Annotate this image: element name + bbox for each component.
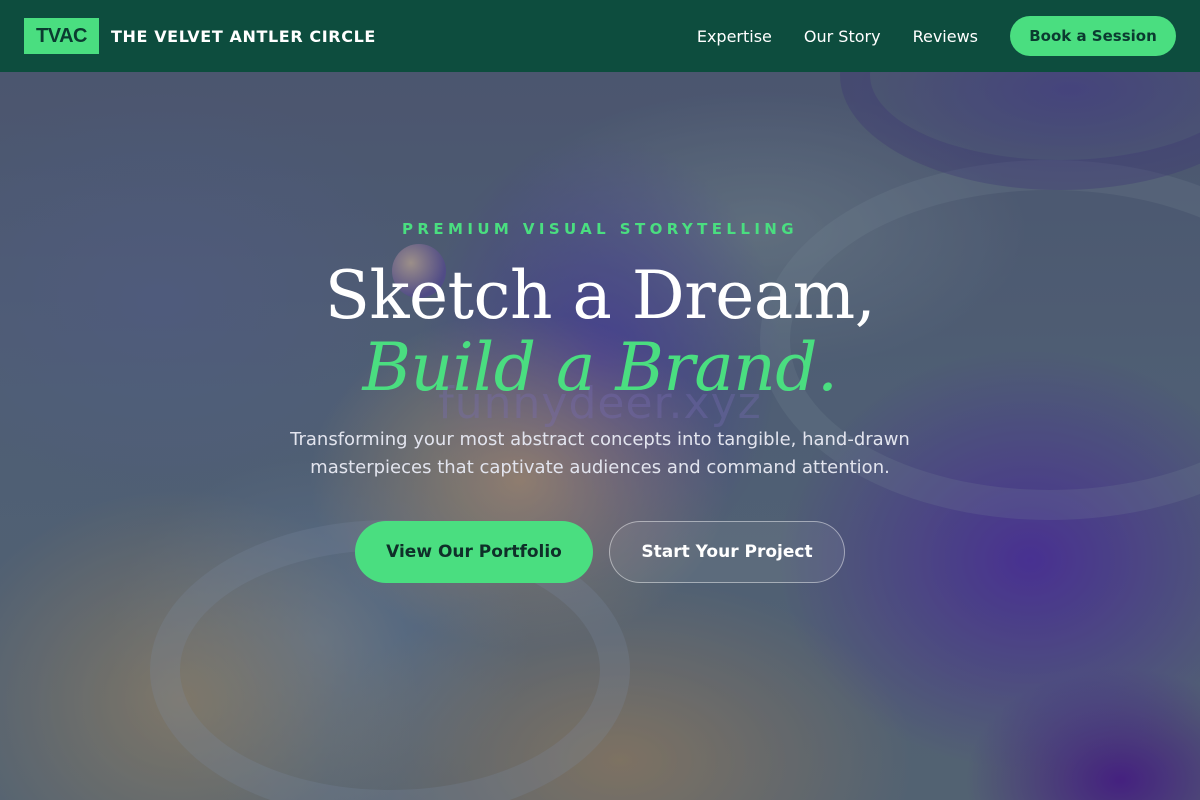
nav-link-expertise[interactable]: Expertise (697, 27, 772, 46)
hero-eyebrow: PREMIUM VISUAL STORYTELLING (402, 220, 798, 238)
hero-subtitle: Transforming your most abstract concepts… (290, 429, 910, 478)
nav-link-our-story[interactable]: Our Story (804, 27, 881, 46)
logo-badge[interactable]: TVAC (24, 18, 99, 54)
hero-headline-line2: Build a Brand. (362, 329, 838, 406)
book-session-button[interactable]: Book a Session (1010, 16, 1176, 56)
start-project-button[interactable]: Start Your Project (609, 521, 845, 583)
top-navbar: TVAC THE VELVET ANTLER CIRCLE Expertise … (0, 0, 1200, 72)
landing-page: funnydeer.xyz TVAC THE VELVET ANTLER CIR… (0, 0, 1200, 800)
hero-headline-line1: Sketch a Dream, (324, 257, 876, 334)
view-portfolio-button[interactable]: View Our Portfolio (355, 521, 593, 583)
nav-link-reviews[interactable]: Reviews (913, 27, 978, 46)
nav-links: Expertise Our Story Reviews Book a Sessi… (665, 16, 1176, 56)
brand-name[interactable]: THE VELVET ANTLER CIRCLE (111, 27, 376, 46)
